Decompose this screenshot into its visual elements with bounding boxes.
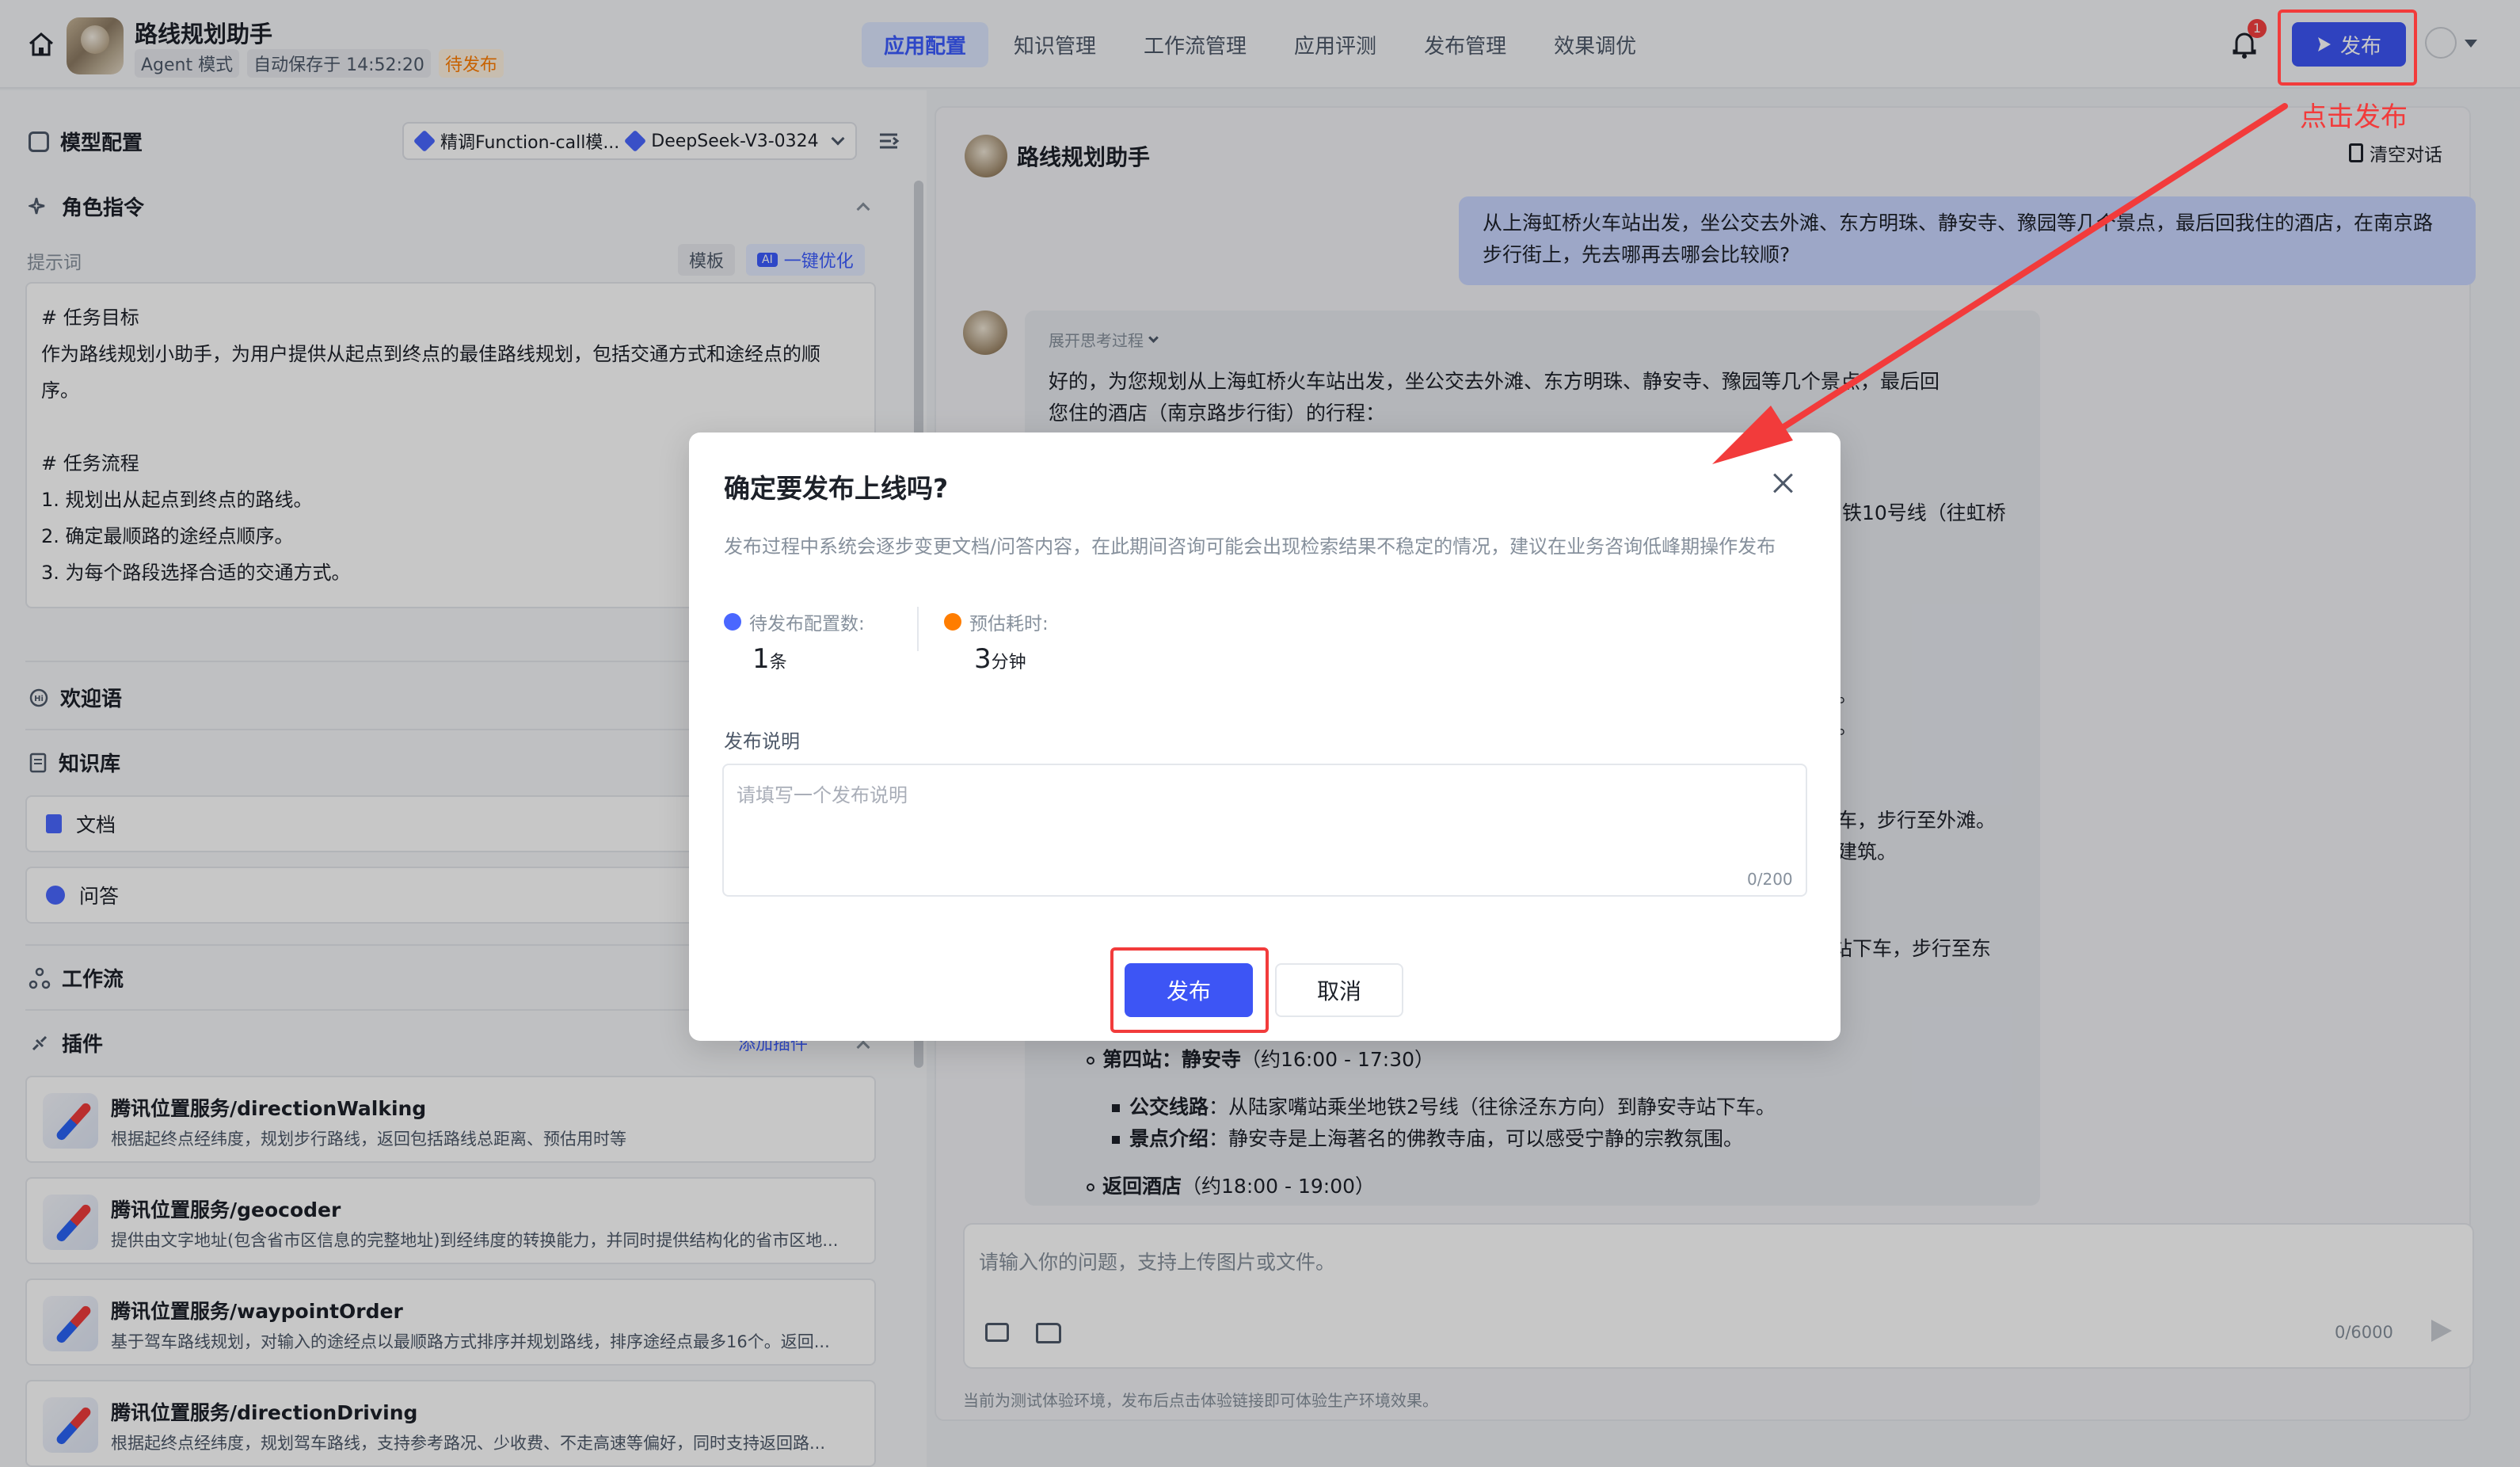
annotation-text: 点击发布: [2300, 101, 2408, 133]
highlight-publish-top: [2278, 10, 2417, 86]
pending-config-value: 1条: [752, 643, 787, 675]
highlight-confirm-button: [1110, 947, 1269, 1033]
pending-config-label: 待发布配置数:: [724, 608, 865, 635]
cancel-button[interactable]: 取消: [1275, 963, 1403, 1017]
release-note-label: 发布说明: [724, 730, 800, 753]
estimated-time-label: 预估耗时:: [944, 608, 1049, 635]
release-note-placeholder[interactable]: 请填写一个发布说明: [737, 779, 908, 807]
annotation-arrow-icon: [1712, 103, 2288, 464]
estimated-time-value: 3分钟: [974, 643, 1026, 675]
dialog-title: 确定要发布上线吗?: [724, 473, 949, 504]
close-icon[interactable]: [1772, 472, 1795, 494]
dialog-description: 发布过程中系统会逐步变更文档/问答内容，在此期间咨询可能会出现检索结果不稳定的情…: [724, 535, 1776, 558]
release-note-count: 0/200: [1747, 870, 1793, 889]
clock-icon: [944, 613, 961, 631]
qa-icon: [724, 613, 741, 631]
divider: [917, 607, 919, 651]
